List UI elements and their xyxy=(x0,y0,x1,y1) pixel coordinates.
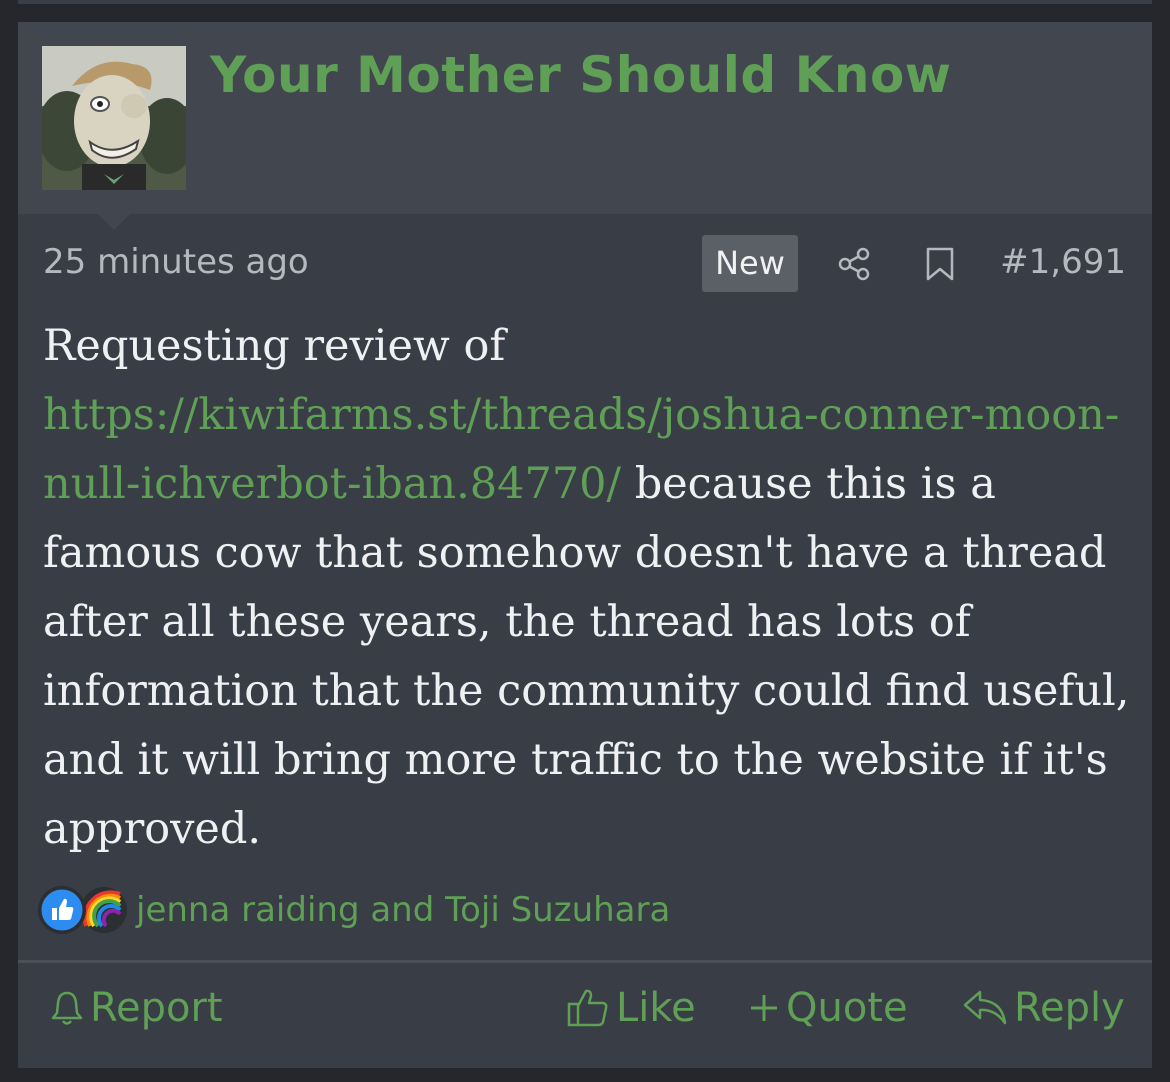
rainbow-icon xyxy=(80,886,128,934)
reactions-bar[interactable]: jenna raiding and Toji Suzuhara xyxy=(38,882,670,938)
username[interactable]: Your Mother Should Know xyxy=(210,46,951,104)
reacted-by-list[interactable]: jenna raiding and Toji Suzuhara xyxy=(136,890,670,930)
body-intro: Requesting review of xyxy=(43,321,506,371)
post-body: Requesting review of https://kiwifarms.st… xyxy=(43,312,1133,864)
post-timestamp[interactable]: 25 minutes ago xyxy=(43,242,309,282)
quote-button[interactable]: Quote xyxy=(748,972,908,1044)
plus-icon xyxy=(751,995,777,1021)
body-rest: because this is a famous cow that someho… xyxy=(43,459,1130,854)
bell-icon xyxy=(51,991,83,1025)
footer-divider xyxy=(18,960,1152,963)
thumbs-up-outline-icon xyxy=(567,989,608,1027)
avatar[interactable] xyxy=(42,46,186,190)
quote-label: Quote xyxy=(786,985,908,1031)
reply-label: Reply xyxy=(1014,985,1125,1031)
reply-button[interactable]: Reply xyxy=(962,972,1125,1044)
thumbs-up-icon xyxy=(38,886,86,934)
like-button[interactable]: Like xyxy=(566,972,696,1044)
post-actions: Report Like Quote Reply xyxy=(18,972,1152,1044)
like-label: Like xyxy=(616,985,696,1031)
forum-post: Your Mother Should Know 25 minutes ago N… xyxy=(18,22,1152,1068)
post-user-header: Your Mother Should Know xyxy=(18,22,1152,214)
share-icon[interactable] xyxy=(836,246,872,282)
header-pointer xyxy=(98,214,130,230)
reply-arrow-icon xyxy=(963,990,1007,1025)
post-number[interactable]: #1,691 xyxy=(1000,242,1126,282)
report-button[interactable]: Report xyxy=(50,972,223,1044)
previous-post-border xyxy=(18,0,1152,4)
new-badge: New xyxy=(702,235,798,292)
report-label: Report xyxy=(90,985,223,1031)
bookmark-icon[interactable] xyxy=(924,246,956,282)
